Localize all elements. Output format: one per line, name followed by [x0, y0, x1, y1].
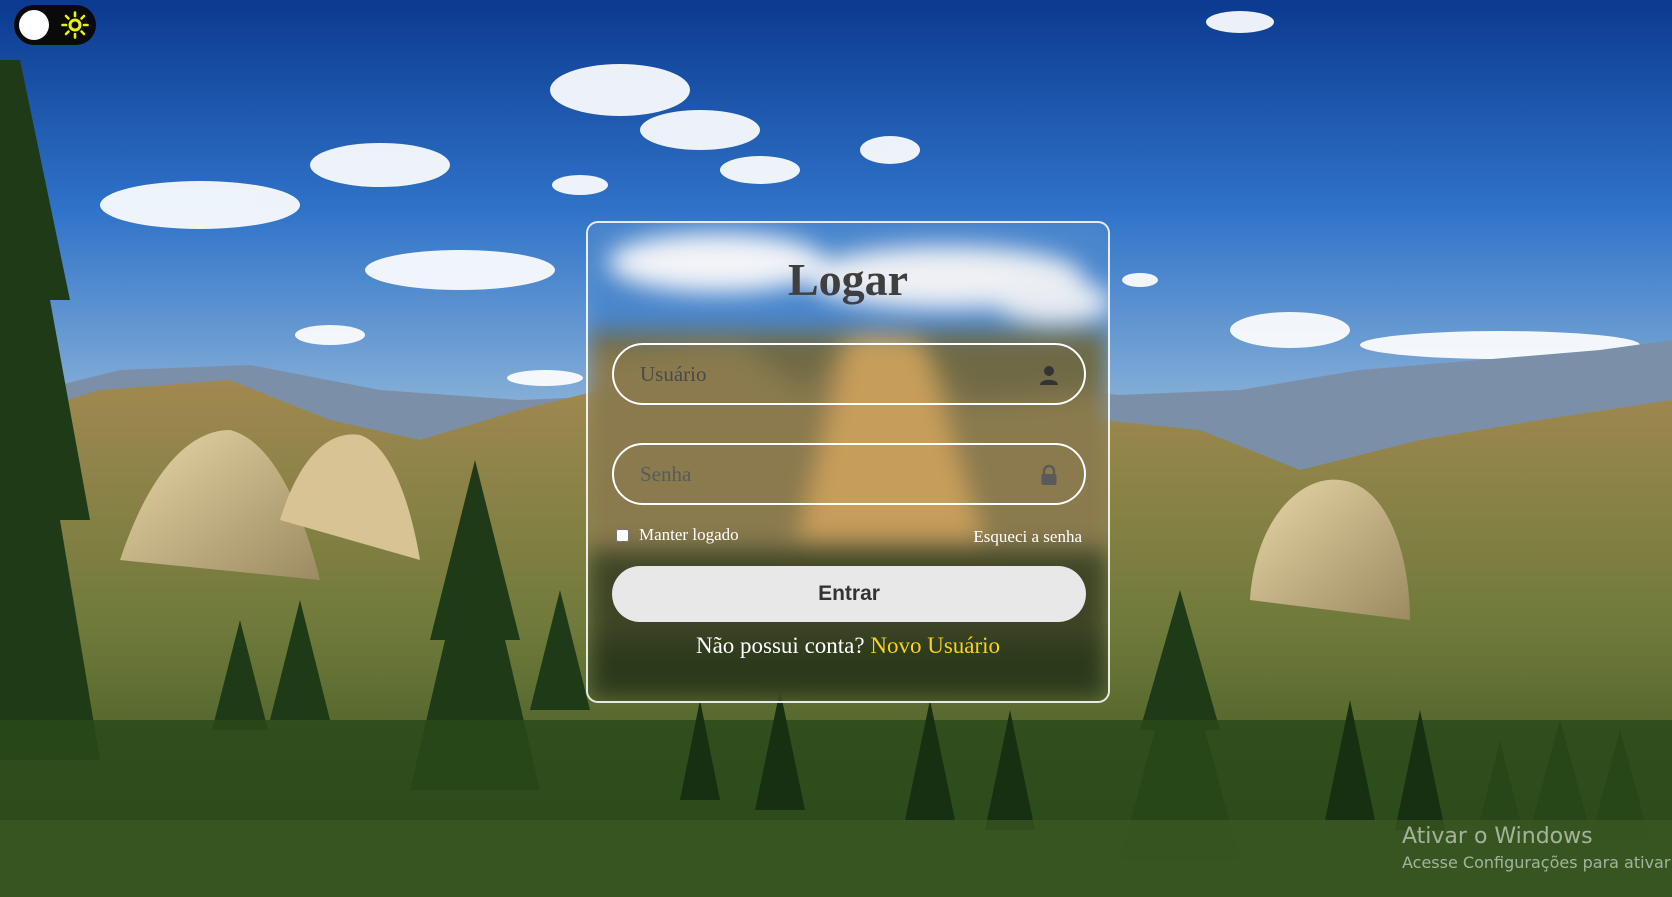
windows-activation-watermark: Ativar o Windows Acesse Configurações pa… [1402, 824, 1672, 872]
sun-icon [61, 11, 89, 39]
watermark-subtitle: Acesse Configurações para ativar o [1402, 853, 1672, 872]
submit-button[interactable]: Entrar [612, 566, 1086, 622]
username-field[interactable] [612, 343, 1086, 405]
password-field[interactable] [612, 443, 1086, 505]
user-icon [1038, 364, 1060, 386]
login-page: Logar Usuário Manter logado Esqueci a se… [0, 0, 1672, 897]
remember-me[interactable]: Manter logado [614, 525, 739, 545]
login-title: Logar [787, 254, 909, 305]
login-options: Manter logado Esqueci a senha [614, 525, 1082, 551]
watermark-title: Ativar o Windows [1402, 824, 1593, 849]
toggle-knob [19, 10, 49, 40]
register-prompt: Não possui conta? Novo Usuário [588, 633, 1108, 659]
forgot-password-link[interactable]: Esqueci a senha [973, 527, 1082, 547]
username-input[interactable] [614, 345, 1084, 403]
no-account-text: Não possui conta? [695, 633, 871, 658]
card-content: Logar Usuário Manter logado Esqueci a se… [588, 223, 1108, 701]
login-card: Logar Usuário Manter logado Esqueci a se… [586, 221, 1110, 703]
theme-toggle[interactable] [14, 5, 96, 45]
password-input[interactable] [614, 445, 1084, 503]
register-link[interactable]: Novo Usuário [870, 633, 1000, 658]
remember-checkbox[interactable] [616, 528, 629, 542]
lock-icon [1038, 464, 1060, 486]
remember-label: Manter logado [639, 525, 739, 544]
